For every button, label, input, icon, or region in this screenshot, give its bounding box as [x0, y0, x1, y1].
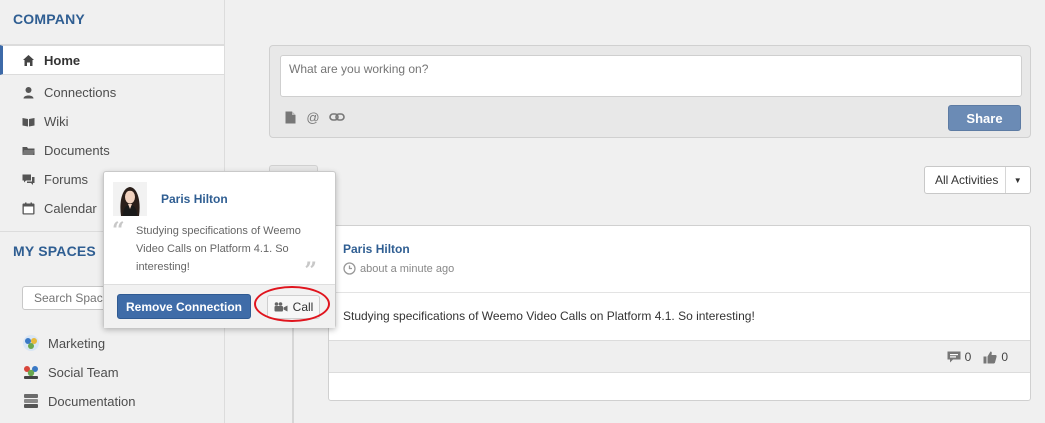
- mention-icon[interactable]: @: [306, 110, 320, 125]
- activity-counts: 0 0: [935, 350, 1008, 364]
- call-label: Call: [292, 300, 314, 314]
- sidebar-item-label: Wiki: [44, 113, 69, 129]
- popup-status-quote: Studying specifications of Weemo Video C…: [136, 225, 301, 273]
- call-button[interactable]: Call: [267, 295, 320, 319]
- space-item-social-team[interactable]: Social Team: [22, 362, 119, 382]
- video-camera-icon: [274, 302, 288, 312]
- activity-card: Paris Hilton about a minute ago Studying…: [328, 225, 1031, 401]
- sidebar-item-wiki[interactable]: Wiki: [0, 106, 224, 136]
- book-icon: [22, 115, 35, 128]
- space-item-label: Social Team: [48, 364, 119, 380]
- activity-filter-select[interactable]: All Activities ▼: [924, 166, 1031, 194]
- my-spaces-section-title: MY SPACES: [13, 243, 96, 259]
- documentation-space-icon: [22, 392, 40, 410]
- sidebar-item-label: Connections: [44, 84, 117, 100]
- file-icon[interactable]: [283, 110, 297, 124]
- like-count: 0: [1001, 350, 1008, 364]
- status-input[interactable]: [280, 55, 1022, 97]
- popup-actions: Remove Connection Call: [104, 284, 335, 328]
- company-section-title: COMPANY: [13, 11, 85, 27]
- popup-user-name[interactable]: Paris Hilton: [161, 192, 228, 206]
- social-team-space-icon: [22, 363, 40, 381]
- sidebar-item-label: Home: [44, 52, 81, 68]
- space-item-documentation[interactable]: Documentation: [22, 391, 135, 411]
- sidebar-item-documents[interactable]: Documents: [0, 135, 224, 165]
- filter-label: All Activities: [935, 173, 999, 187]
- comment-icon: [947, 351, 961, 363]
- comment-count: 0: [964, 350, 972, 364]
- sidebar-item-label: Forums: [44, 171, 89, 187]
- space-item-label: Marketing: [48, 335, 106, 351]
- sidebar-item-label: Calendar: [44, 200, 97, 216]
- sidebar-item-label: Documents: [44, 142, 110, 158]
- user-icon: [22, 86, 35, 99]
- space-item-marketing[interactable]: Marketing: [22, 333, 105, 353]
- share-button[interactable]: Share: [948, 105, 1021, 131]
- chevron-down-icon[interactable]: ▼: [1004, 167, 1030, 193]
- chat-icon: [22, 173, 35, 186]
- user-popup-card: Paris Hilton “ Studying specifications o…: [103, 171, 336, 328]
- divider: [329, 292, 1030, 293]
- quote-open-icon: “: [112, 218, 125, 244]
- calendar-icon: [22, 202, 35, 215]
- activity-body: Studying specifications of Weemo Video C…: [343, 309, 755, 323]
- avatar[interactable]: [113, 182, 147, 216]
- link-icon[interactable]: [329, 110, 345, 124]
- quote-close-icon: ”: [304, 258, 317, 284]
- activity-timestamp: about a minute ago: [343, 262, 454, 275]
- activity-author-link[interactable]: Paris Hilton: [343, 242, 410, 256]
- thumbs-up-icon: [983, 351, 997, 363]
- sidebar-item-home[interactable]: Home: [0, 45, 224, 75]
- remove-connection-button[interactable]: Remove Connection: [117, 294, 251, 319]
- marketing-space-icon: [22, 334, 40, 352]
- activity-footer: 0 0: [329, 340, 1030, 373]
- sidebar-item-connections[interactable]: Connections: [0, 77, 224, 107]
- activity-composer: @ Share: [269, 45, 1031, 138]
- folder-icon: [22, 144, 35, 157]
- like-button[interactable]: 0: [983, 350, 1008, 364]
- clock-icon: [343, 262, 356, 275]
- space-item-label: Documentation: [48, 393, 136, 409]
- activity-time-text: about a minute ago: [360, 262, 455, 275]
- comment-button[interactable]: 0: [947, 350, 972, 364]
- home-icon: [22, 54, 35, 67]
